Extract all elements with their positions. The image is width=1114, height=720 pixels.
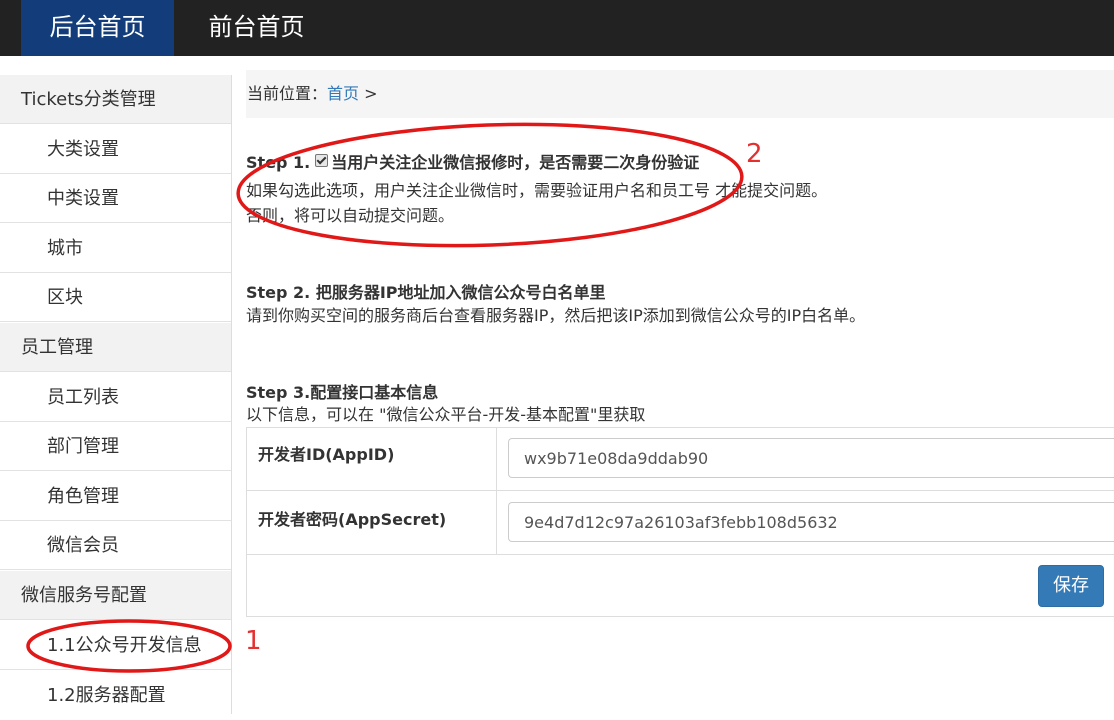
appsecret-label: 开发者密码(AppSecret) [258,510,447,529]
breadcrumb: 当前位置：首页 > [246,70,1114,118]
step1-desc-line1: 如果勾选此选项，用户关注企业微信时，需要验证用户名和员工号 才能提交问题。 [246,181,828,200]
breadcrumb-separator: > [359,84,378,103]
step2-title: Step 2. 把服务器IP地址加入微信公众号白名单里 [246,283,606,302]
sidebar-item-server-config[interactable]: 1.2服务器配置 [0,671,231,720]
nav-admin-home[interactable]: 后台首页 [21,0,174,56]
appid-label: 开发者ID(AppID) [258,445,395,464]
annotation-number-2: 2 [746,139,763,169]
step1-desc-line2: 否则，将可以自动提交问题。 [246,206,455,225]
breadcrumb-prefix: 当前位置： [247,84,328,103]
sidebar: Tickets分类管理 大类设置 中类设置 城市 区块 员工管理 员工列表 部门… [0,75,232,720]
step2-desc: 请到你购买空间的服务商后台查看服务器IP，然后把该IP添加到微信公众号的IP白名… [246,306,866,325]
row-divider [247,554,1114,555]
sidebar-item-middle-category[interactable]: 中类设置 [0,174,231,223]
save-button[interactable]: 保存 [1038,565,1104,607]
annotation-number-1: 1 [245,626,262,656]
step1-prefix: Step 1. [246,153,311,172]
sidebar-item-city[interactable]: 城市 [0,224,231,273]
row-divider [247,490,1114,491]
step1-checkbox[interactable] [315,154,329,167]
sidebar-category-tickets[interactable]: Tickets分类管理 [0,75,231,124]
step1-title-text: 当用户关注企业微信报修时，是否需要二次身份验证 [331,153,700,172]
step1-title: Step 1. 当用户关注企业微信报修时，是否需要二次身份验证 [246,149,699,173]
breadcrumb-home-link[interactable]: 首页 [327,84,359,103]
sidebar-item-staff-list[interactable]: 员工列表 [0,373,231,422]
appid-input[interactable] [508,438,1114,478]
sidebar-item-major-category[interactable]: 大类设置 [0,125,231,174]
sidebar-category-staff[interactable]: 员工管理 [0,323,231,372]
sidebar-item-dev-info[interactable]: 1.1公众号开发信息 [0,621,231,670]
step3-title: Step 3.配置接口基本信息 [246,383,439,402]
sidebar-item-wechat-members[interactable]: 微信会员 [0,521,231,570]
sidebar-item-roles[interactable]: 角色管理 [0,472,231,521]
appsecret-input[interactable] [508,502,1114,542]
nav-front-home[interactable]: 前台首页 [180,0,333,56]
top-navbar: 后台首页 前台首页 [0,0,1114,56]
step3-desc: 以下信息，可以在 "微信公众平台-开发-基本配置"里获取 [246,405,646,424]
sidebar-category-wechat-config[interactable]: 微信服务号配置 [0,571,231,620]
sidebar-item-block[interactable]: 区块 [0,273,231,322]
config-form: 开发者ID(AppID) 开发者密码(AppSecret) 保存 [246,427,1114,617]
sidebar-item-departments[interactable]: 部门管理 [0,422,231,471]
column-divider [496,428,497,554]
